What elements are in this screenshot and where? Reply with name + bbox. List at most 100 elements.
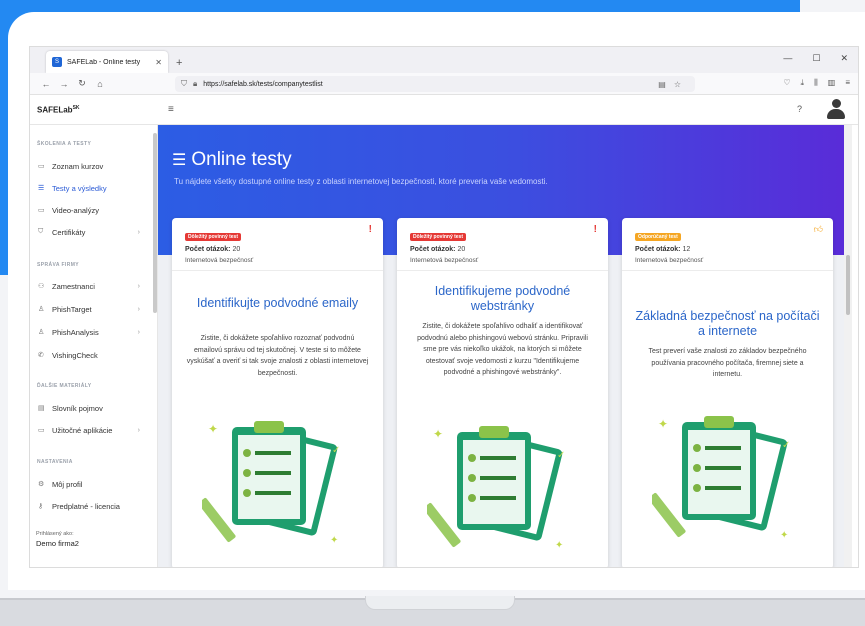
profile-icon: ⚙ [38,481,45,488]
book-icon: ▭ [38,163,45,170]
card-title[interactable]: Identifikujte podvodné emaily [182,296,373,311]
svg-text:✦: ✦ [555,540,563,551]
hamburger-menu-icon[interactable]: ≡ [168,104,174,115]
test-card[interactable]: Dôležitý povinný test ! Počet otázok: 20… [397,218,608,567]
card-category: Internetová bezpečnosť [410,257,479,264]
main-scrollbar[interactable] [844,125,852,567]
browser-window: S SAFELab - Online testy ✕ + — ☐ ✕ ← → ↻… [29,46,859,568]
maximize-icon[interactable]: ☐ [812,53,820,64]
back-icon[interactable]: ← [38,79,54,89]
card-title[interactable]: Základná bezpečnosť na počítači a intern… [632,309,823,339]
sidebar-section-settings: NASTAVENIA [37,459,73,465]
svg-text:✓: ✓ [557,450,565,461]
card-category: Internetová bezpečnosť [185,257,254,264]
forward-icon[interactable]: → [56,79,72,89]
sidebar-item-apps[interactable]: ▭ Užitočné aplikácie › [30,423,152,437]
chevron-right-icon: › [137,328,140,336]
chevron-right-icon: › [137,282,140,290]
clipboard-illustration-icon: ✦ ✓ ✦ [427,426,565,551]
svg-text:✦: ✦ [433,427,443,441]
card-title[interactable]: Identifikujeme podvodné webstránky [407,284,598,314]
sidebar-item-dictionary[interactable]: ▤ Slovník pojmov [30,401,152,415]
app-header: SAFELabSK ≡ ? [30,95,858,125]
apps-icon: ▭ [38,427,45,434]
svg-text:✦: ✦ [330,535,338,546]
users-icon: ⚇ [38,283,45,290]
card-header: Dôležitý povinný test ! Počet otázok: 20… [397,218,608,271]
chevron-right-icon: › [137,305,140,313]
help-icon[interactable]: ? [797,104,802,114]
target-icon: ♙ [38,306,45,313]
tab-title: SAFELab - Online testy [67,58,141,66]
main-content: ☰ Online testy Tu nájdete všetky dostupn… [158,125,852,567]
new-tab-button[interactable]: + [176,57,182,69]
favicon-icon: S [52,57,62,67]
question-count: Počet otázok: 20 [185,246,241,253]
sidebar-item-vishingcheck[interactable]: ✆ VishingCheck [30,348,152,362]
shield-icon: ⛉ [181,79,187,88]
sidebar-item-courses[interactable]: ▭ Zoznam kurzov [30,159,152,173]
brand-logo[interactable]: SAFELabSK [37,105,80,115]
sidebar-icon[interactable]: ▥ [828,78,836,88]
analysis-icon: ♙ [38,329,45,336]
download-icon[interactable]: ⤓ [801,78,805,88]
list-icon: ☰ [38,185,45,192]
browser-navbar: ← → ↻ ⌂ ⛉ 🔒︎ https://safelab.sk/tests/co… [30,73,858,95]
sidebar-item-phishanalysis[interactable]: ♙ PhishAnalysis › [30,325,152,339]
bookmark-icons[interactable]: ▤☆ [658,80,689,89]
logged-in-info: Prihlásený ako: Demo firma2 [36,531,79,548]
clipboard-illustration-icon: ✦ ✓ ✦ [652,416,790,541]
thumbs-up-icon: 👍︎ [813,224,823,234]
lock-icon: 🔒︎ [193,79,198,88]
logged-in-user: Demo firma2 [36,539,79,548]
sidebar-section-company: SPRÁVA FIRMY [37,262,80,268]
home-icon[interactable]: ⌂ [92,79,108,89]
close-tab-icon[interactable]: ✕ [155,58,162,67]
sidebar-item-employees[interactable]: ⚇ Zamestnanci › [30,279,152,293]
card-description: Zistite, či dokážete spoľahlivo rozoznať… [186,335,369,377]
library-icon[interactable]: ⫼ [814,78,818,88]
pocket-icon[interactable]: ♡ [783,78,790,88]
url-text: https://safelab.sk/tests/companytestlist [203,80,323,88]
sidebar-item-video[interactable]: ▭ Video-analýzy [30,203,152,217]
sidebar-item-phishtarget[interactable]: ♙ PhishTarget › [30,302,152,316]
clipboard-illustration-icon: ✦ ✓ ✦ [202,421,340,546]
svg-text:✦: ✦ [208,422,218,436]
sidebar-section-materials: ĎALŠIE MATERIÁLY [37,383,92,389]
dictionary-icon: ▤ [38,405,45,412]
svg-text:✓: ✓ [782,440,790,451]
chevron-right-icon: › [137,228,140,236]
browser-toolbar-right: ♡ ⤓ ⫼ ▥ ≡ [783,78,850,88]
question-count: Počet otázok: 20 [410,246,466,253]
sidebar-item-tests[interactable]: ☰ Testy a výsledky [30,181,152,195]
menu-icon[interactable]: ≡ [845,78,850,88]
logged-in-label: Prihlásený ako: [36,531,74,537]
status-badge: Odporúčaný test [635,233,681,241]
card-header: Odporúčaný test 👍︎ Počet otázok: 12 Inte… [622,218,833,271]
close-window-icon[interactable]: ✕ [840,53,848,64]
test-card[interactable]: Odporúčaný test 👍︎ Počet otázok: 12 Inte… [622,218,833,567]
avatar[interactable] [826,99,846,121]
chevron-right-icon: › [137,426,140,434]
tab-strip: S SAFELab - Online testy ✕ + — ☐ ✕ [30,47,858,73]
question-count: Počet otázok: 12 [635,246,691,253]
reload-icon[interactable]: ↻ [74,78,90,89]
browser-tab[interactable]: S SAFELab - Online testy ✕ [46,51,168,73]
sidebar-section-training: ŠKOLENIA A TESTY [37,141,92,147]
card-description: Test preverí vaše znalosti zo základov b… [648,348,807,378]
address-bar[interactable]: ⛉ 🔒︎ https://safelab.sk/tests/companytes… [175,76,695,92]
status-badge: Dôležitý povinný test [410,233,467,241]
svg-text:✦: ✦ [658,417,668,431]
video-icon: ▭ [38,207,45,214]
sidebar-item-certificates[interactable]: ⛉ Certifikáty › [30,225,152,239]
minimize-icon[interactable]: — [783,53,792,64]
exclamation-icon: ! [368,224,372,235]
sidebar-item-license[interactable]: ⚷ Predplatné - licencia [30,499,152,513]
device-notch [365,596,515,610]
sidebar-item-profile[interactable]: ⚙ Môj profil [30,477,152,491]
svg-text:✦: ✦ [780,530,788,541]
test-card[interactable]: Dôležitý povinný test ! Počet otázok: 20… [172,218,383,567]
sidebar: ŠKOLENIA A TESTY ▭ Zoznam kurzov ☰ Testy a… [30,125,158,567]
page-title: ☰ Online testy [172,149,292,170]
card-category: Internetová bezpečnosť [635,257,704,264]
